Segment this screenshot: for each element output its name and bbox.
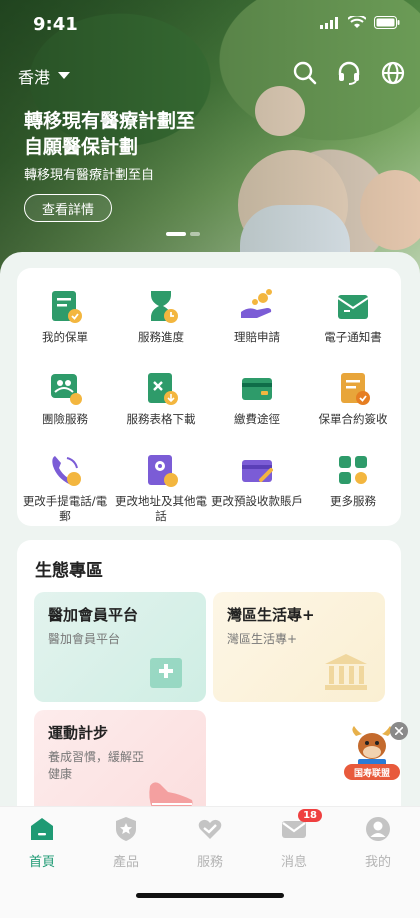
service-item[interactable]: 更改手提電話/電郵 (17, 446, 113, 523)
tile-title: 灣區生活專+ (227, 606, 315, 624)
claim-hand-icon (239, 288, 275, 324)
top-bar: 香港 (0, 60, 420, 90)
wifi-icon (348, 16, 366, 28)
tab-label: 我的 (364, 855, 391, 870)
service-label: 更改地址及其他電話 (115, 494, 207, 523)
banner-subtitle: 轉移現有醫療計劃至自 (24, 168, 155, 183)
region-selector[interactable]: 香港 (18, 64, 71, 88)
service-label: 保單合約簽收 (318, 412, 388, 426)
form-download-icon (143, 370, 179, 406)
phone-change-icon (47, 452, 83, 488)
mail-icon: 18 (280, 809, 322, 843)
close-badge-button[interactable] (390, 722, 408, 740)
service-label: 電子通知書 (324, 330, 382, 344)
carousel-dot-active (166, 232, 186, 236)
services-card: 我的保單 服務進度 理賠申請 電子通知書團險服務 服務表格下載 繳費途徑 保單合約簽收更改手… (17, 268, 401, 526)
building-pavilion-icon (325, 654, 367, 690)
tab-label: 消息 (280, 855, 307, 870)
medical-cross-icon (150, 658, 182, 688)
home-icon (28, 815, 56, 843)
unread-count-badge: 18 (298, 809, 322, 822)
tab-profile[interactable]: 我的 (336, 815, 420, 870)
tile-subtitle: 醫加會員平台 (48, 632, 121, 646)
service-label: 理賠申請 (234, 330, 280, 344)
customer-service-headset-icon[interactable] (336, 60, 362, 86)
more-services-icon (335, 452, 371, 488)
chevron-down-icon (58, 72, 71, 79)
tab-home[interactable]: 首頁 (0, 815, 84, 870)
service-item[interactable]: 團險服務 (17, 364, 113, 440)
language-globe-icon[interactable] (380, 60, 406, 86)
top-actions (292, 60, 406, 86)
carousel-dot (190, 232, 200, 236)
banner-details-button[interactable]: 查看詳情 (24, 194, 112, 222)
status-time: 9:41 (33, 14, 78, 35)
service-item[interactable]: 更多服務 (305, 446, 401, 522)
tile-health-member-platform[interactable]: 醫加會員平台 醫加會員平台 (34, 592, 206, 702)
floating-alliance-badge[interactable]: 国寿联盟 (344, 722, 408, 784)
service-item[interactable]: 更改地址及其他電話 (113, 446, 209, 523)
contract-sign-icon (335, 370, 371, 406)
tab-services[interactable]: 服務 (168, 815, 252, 870)
battery-icon (374, 16, 400, 29)
user-avatar-icon (364, 815, 392, 843)
service-label: 服務表格下載 (126, 412, 196, 426)
region-label: 香港 (18, 68, 51, 87)
service-item[interactable]: 理賠申請 (209, 282, 305, 358)
tab-label: 首頁 (28, 855, 55, 870)
shield-star-icon (112, 815, 140, 843)
service-label: 團險服務 (42, 412, 88, 426)
service-item[interactable]: 保單合約簽收 (305, 364, 401, 440)
tile-bay-area-life[interactable]: 灣區生活專+ 灣區生活專+ (213, 592, 385, 702)
close-icon (395, 727, 403, 735)
banner-title: 轉移現有醫療計劃至自願醫保計劃 (24, 110, 196, 158)
group-insurance-icon (47, 370, 83, 406)
address-change-icon (143, 452, 179, 488)
service-item[interactable]: 服務表格下載 (113, 364, 209, 440)
tile-title: 運動計步 (48, 724, 109, 742)
tab-products[interactable]: 產品 (84, 815, 168, 870)
status-bar: 9:41 (0, 10, 420, 40)
bottom-tab-bar: 首頁 產品 服務 18 消息 我的 (0, 806, 420, 918)
search-icon[interactable] (292, 60, 318, 86)
service-item[interactable]: 繳費途徑 (209, 364, 305, 440)
service-item[interactable]: 我的保單 (17, 282, 113, 358)
hourglass-icon (143, 288, 179, 324)
heart-hands-icon (196, 815, 224, 843)
services-grid: 我的保單 服務進度 理賠申請 電子通知書團險服務 服務表格下載 繳費途徑 保單合約簽收更改手… (17, 282, 401, 523)
service-label: 更改手提電話/電郵 (22, 494, 108, 523)
service-label: 更改預設收款賬戶 (211, 494, 303, 508)
tab-label: 服務 (196, 855, 223, 870)
service-label: 服務進度 (138, 330, 184, 344)
service-item[interactable]: 更改預設收款賬戶 (209, 446, 305, 522)
service-item[interactable]: 電子通知書 (305, 282, 401, 358)
payment-card-icon (239, 370, 275, 406)
status-icons (320, 16, 400, 29)
eco-zone-title: 生態專區 (35, 561, 103, 581)
home-indicator (136, 893, 284, 898)
signal-icon (320, 16, 338, 29)
carousel-indicator (166, 232, 200, 236)
tile-step-counter[interactable]: 運動計步 養成習慣，緩解亞健康 (34, 710, 206, 812)
tab-label: 產品 (112, 855, 139, 870)
service-item[interactable]: 服務進度 (113, 282, 209, 358)
tile-title: 醫加會員平台 (48, 606, 139, 624)
service-label: 我的保單 (42, 330, 88, 344)
e-notice-icon (335, 288, 371, 324)
service-label: 繳費途徑 (234, 412, 280, 426)
tab-messages[interactable]: 18 消息 (252, 809, 336, 870)
bank-account-icon (239, 452, 275, 488)
policy-document-icon (47, 288, 83, 324)
service-label: 更多服務 (330, 494, 376, 508)
alliance-badge-label: 国寿联盟 (344, 764, 400, 780)
tile-subtitle: 灣區生活專+ (227, 632, 298, 646)
tile-subtitle: 養成習慣，緩解亞健康 (48, 750, 145, 781)
